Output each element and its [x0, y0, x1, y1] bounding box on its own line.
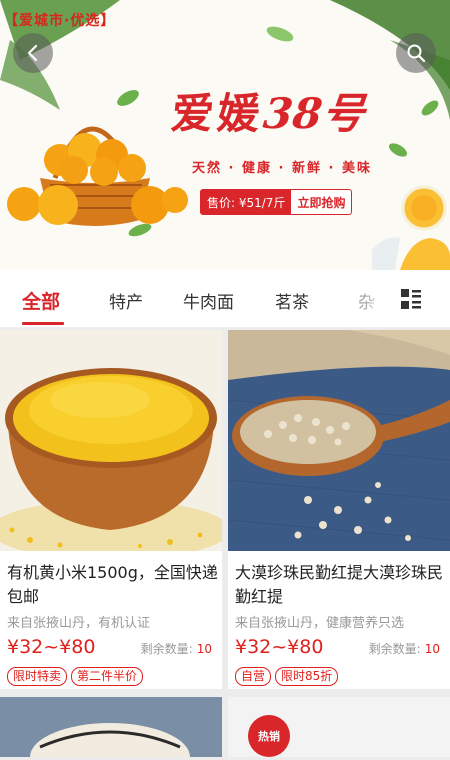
product-card-peek[interactable]	[0, 697, 222, 757]
search-icon	[407, 44, 426, 63]
promo-banner[interactable]: 【爱城市·优选】 爱媛38号 天然 · 健康 · 新鲜 · 美味 售价: ¥51…	[0, 0, 450, 270]
tab-beef-noodles[interactable]: 牛肉面	[183, 288, 234, 313]
product-card[interactable]: 大漠珍珠民勤红提大漠珍珠民勤红提 来自张掖山丹，健康营养只选 ¥32~¥80 剩…	[228, 330, 450, 689]
product-title[interactable]: 有机黄小米1500g，全国快递包邮	[7, 561, 219, 609]
app-root: 【爱城市·优选】 爱媛38号 天然 · 健康 · 新鲜 · 美味 售价: ¥51…	[0, 0, 450, 760]
product-title[interactable]: 大漠珍珠民勤红提大漠珍珠民勤红提	[235, 561, 447, 609]
active-tab-indicator	[22, 322, 64, 325]
search-button[interactable]	[396, 33, 436, 73]
product-card[interactable]: 有机黄小米1500g，全国快递包邮 来自张掖山丹，有机认证 ¥32~¥80 剩余…	[0, 330, 222, 689]
product-stock: 剩余数量: 10	[369, 640, 440, 657]
banner-headline: 爱媛38号	[169, 80, 368, 141]
headline-text: 爱媛	[169, 89, 267, 138]
badge-limited-sale: 限时特卖	[7, 667, 68, 686]
tab-specialty[interactable]: 特产	[109, 288, 143, 313]
product-badges: 限时特卖 第二件半价	[7, 667, 144, 686]
product-subtitle: 来自张掖山丹，有机认证	[7, 616, 151, 631]
tab-fade	[330, 270, 390, 326]
brand-tag: 【爱城市·优选】	[4, 13, 116, 29]
badge-85-percent-off: 限时85折	[275, 667, 339, 686]
millet-bowl-image	[0, 330, 222, 551]
stock-value: 10	[196, 642, 212, 656]
category-grid-button[interactable]	[398, 286, 424, 312]
back-button[interactable]	[13, 33, 53, 73]
category-grid-icon	[401, 289, 421, 309]
product-badges: 自营 限时85折	[235, 667, 339, 686]
product-price: ¥32~¥80	[7, 636, 96, 658]
badge-self-operated: 自营	[235, 667, 272, 686]
chevron-left-icon	[27, 44, 38, 62]
badge-second-half-price: 第二件半价	[71, 667, 144, 686]
category-tabs: 全部 特产 牛肉面 茗茶 杂	[0, 270, 450, 328]
tab-tea[interactable]: 茗茶	[275, 288, 309, 313]
product-image-quinoa[interactable]	[228, 330, 450, 551]
banner-price-tag[interactable]: 售价: ¥51/7斤 立即抢购	[200, 189, 353, 215]
banner-tagline: 天然 · 健康 · 新鲜 · 美味	[192, 161, 372, 176]
stock-label: 剩余数量:	[368, 642, 421, 656]
product-subtitle: 来自张掖山丹，健康营养只选	[235, 616, 405, 631]
stock-value: 10	[424, 642, 440, 656]
quinoa-spoon-image	[228, 330, 450, 551]
hot-sale-badge: 热销	[248, 715, 290, 757]
product-card-peek[interactable]: 热销	[228, 697, 450, 757]
buy-now-button[interactable]: 立即抢购	[291, 194, 351, 211]
banner-price: 售价: ¥51/7斤	[201, 190, 292, 214]
product-image-millet[interactable]	[0, 330, 222, 551]
headline-number: 38号	[261, 89, 367, 138]
product-image-peek	[0, 697, 222, 757]
product-stock: 剩余数量: 10	[141, 640, 212, 657]
stock-label: 剩余数量:	[140, 642, 193, 656]
product-price: ¥32~¥80	[235, 636, 324, 658]
tab-all[interactable]: 全部	[22, 287, 60, 314]
